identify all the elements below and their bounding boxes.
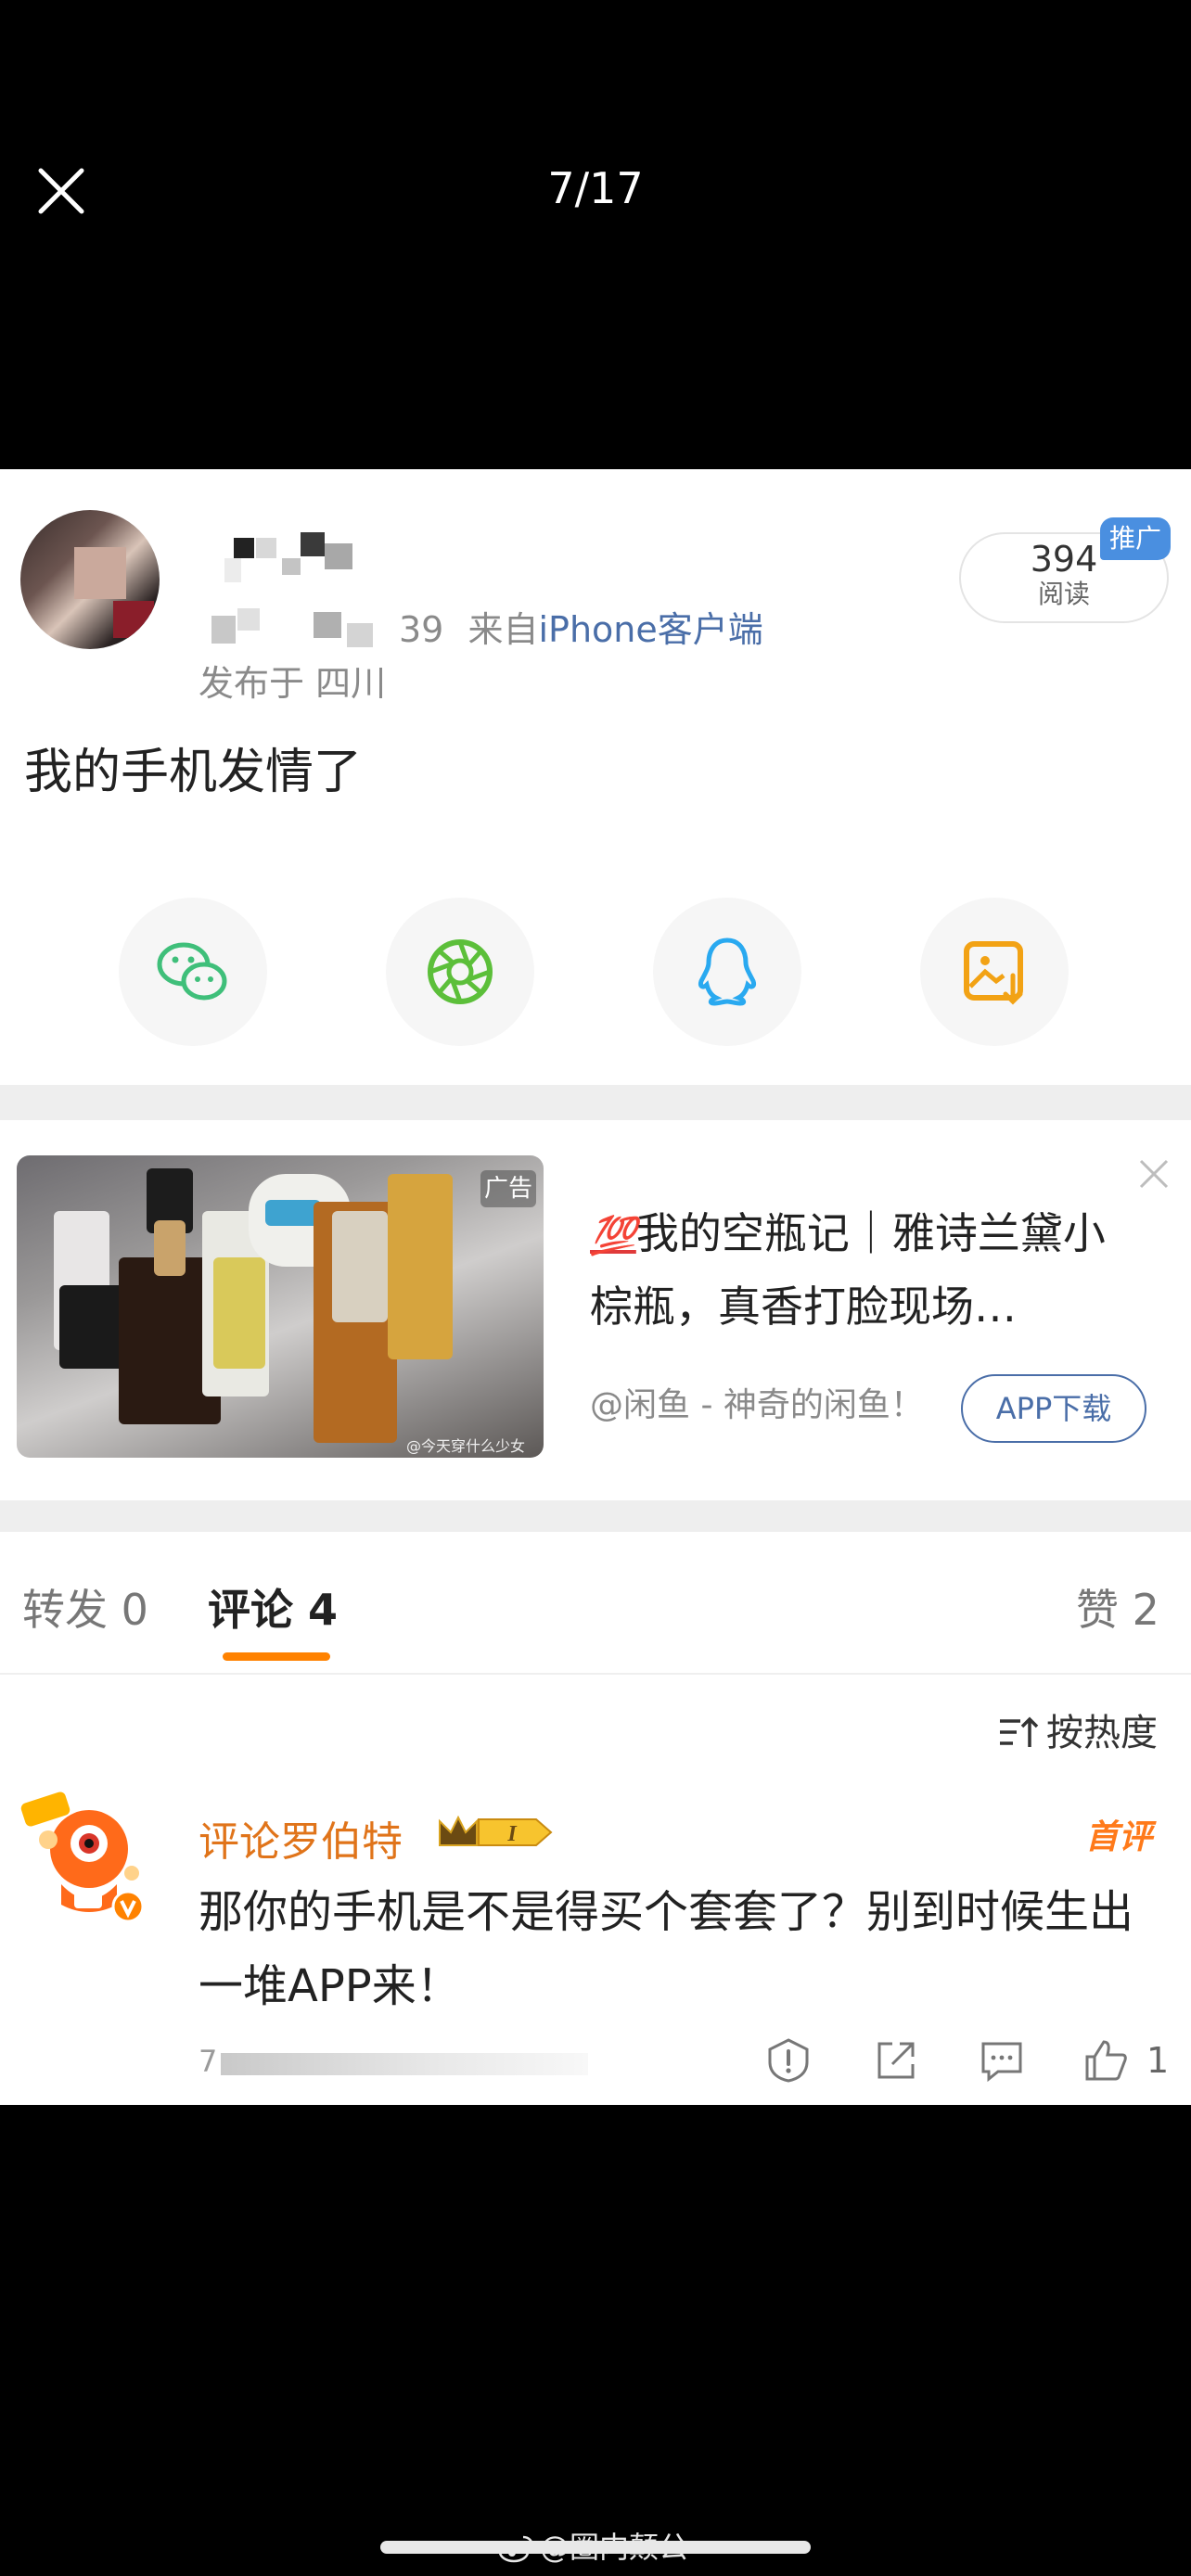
ad-tag: 广告: [480, 1170, 536, 1207]
ad-image[interactable]: 广告 @今天穿什么少女: [17, 1155, 544, 1458]
section-divider: [0, 1085, 1191, 1120]
tab-like[interactable]: 赞 2: [1076, 1576, 1159, 1638]
thumbs-up-icon: [1085, 2040, 1127, 2081]
ad-source[interactable]: @闲鱼 - 神奇的闲鱼！: [590, 1378, 924, 1426]
moments-icon: [428, 939, 493, 1004]
first-comment-tag: 首评: [1085, 1818, 1153, 1856]
post-source-link[interactable]: iPhone客户端: [538, 609, 762, 650]
home-indicator[interactable]: [380, 2541, 811, 2554]
report-icon: [768, 2038, 809, 2083]
member-level-badge: I: [436, 1812, 555, 1853]
avatar[interactable]: [20, 510, 160, 649]
comment-avatar[interactable]: [19, 1784, 158, 1923]
share-wechat-button[interactable]: [119, 898, 267, 1046]
save-image-button[interactable]: [920, 898, 1069, 1046]
share-moments-button[interactable]: [386, 898, 534, 1046]
level-text: I: [506, 1822, 518, 1846]
ad-title[interactable]: 💯我的空瓶记｜雅诗兰黛小棕瓶，真香打脸现场…: [590, 1198, 1146, 1342]
comment-time-redacted: [221, 2053, 588, 2075]
tab-comment[interactable]: 评论 4: [208, 1576, 338, 1638]
share-qq-button[interactable]: [653, 898, 801, 1046]
like-button[interactable]: [1082, 2036, 1130, 2085]
post-text: 我的手机发情了: [24, 745, 363, 800]
sort-icon: [1000, 1716, 1039, 1747]
timestamp-mosaic: [211, 605, 397, 651]
promote-button[interactable]: 推广: [1100, 517, 1171, 560]
image-counter: 7/17: [547, 163, 644, 213]
tab-repost[interactable]: 转发 0: [22, 1576, 148, 1638]
share-icon: [877, 2042, 915, 2079]
close-ad-icon[interactable]: [1133, 1154, 1174, 1194]
comment-username[interactable]: 评论罗伯特: [198, 1808, 403, 1868]
image-viewer-header: 7/17: [0, 0, 1191, 469]
comment-icon: [981, 2042, 1022, 2083]
robot-mascot-icon: [20, 1792, 145, 1923]
image-viewer-footer: [0, 2105, 1191, 2576]
comment-text: 那你的手机是不是得买个套套了？别到时候生出一堆APP来！: [198, 1886, 1134, 2012]
comment-time: 7: [198, 2044, 218, 2079]
reply-button[interactable]: [978, 2036, 1026, 2085]
sort-by-hot-button[interactable]: 按热度: [996, 1702, 1158, 1756]
ad-title-text: 我的空瓶记｜雅诗兰黛小棕瓶，真香打脸现场…: [590, 1208, 1106, 1332]
like-count: 1: [1146, 2040, 1170, 2081]
qq-icon: [698, 937, 756, 1006]
ad-image-watermark: @今天穿什么少女: [406, 1437, 526, 1455]
read-label: 阅读: [1037, 579, 1090, 609]
post-location: 发布于 四川: [198, 663, 387, 704]
tabs-divider: [0, 1673, 1191, 1675]
hundred-points-icon: 💯: [590, 1215, 636, 1257]
active-tab-indicator: [223, 1652, 330, 1661]
username-mosaic: [215, 525, 373, 590]
app-download-button[interactable]: APP下载: [961, 1374, 1146, 1443]
section-divider: [0, 1500, 1191, 1532]
share-comment-button[interactable]: [872, 2036, 920, 2085]
post-meta: 39 来自iPhone客户端: [399, 601, 763, 652]
wechat-icon: [157, 942, 227, 1001]
save-image-icon: [964, 941, 1023, 1005]
source-prefix: 来自: [467, 609, 539, 650]
crown-icon: I: [439, 1815, 553, 1846]
post-time-suffix: 39: [399, 609, 444, 650]
report-button[interactable]: [764, 2036, 813, 2085]
sort-label: 按热度: [1046, 1712, 1158, 1754]
weibo-post-screenshot: 39 来自iPhone客户端 发布于 四川 394 阅读 推广 我的手机发情了: [0, 469, 1191, 2105]
